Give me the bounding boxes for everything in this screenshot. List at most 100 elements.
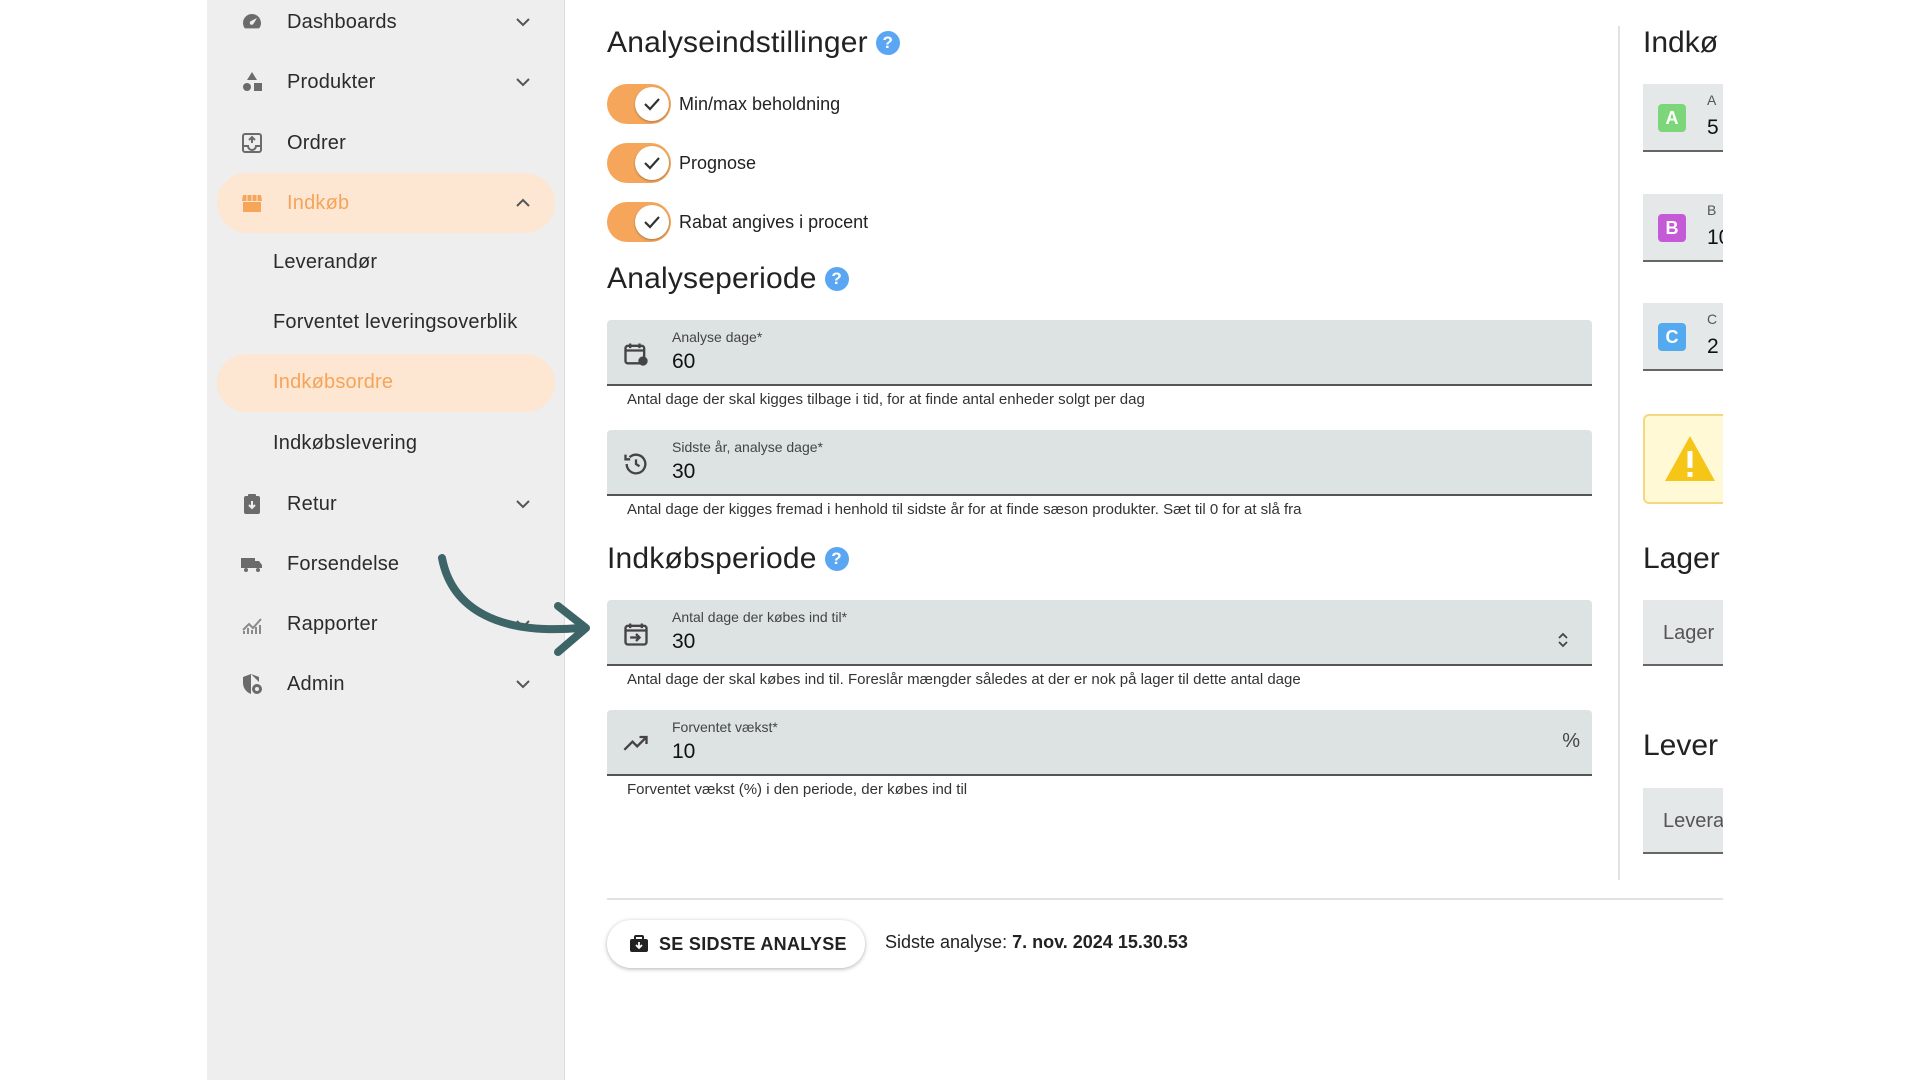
last-year-days-helper: Antal dage der kigges fremad i henhold t… [627, 501, 1302, 518]
last-year-days-label: Sidste år, analyse dage* [672, 439, 823, 455]
last-analysis-value: 7. nov. 2024 15.30.53 [1012, 932, 1188, 952]
nav-forventet-leveringsoverblik[interactable]: Forventet leveringsoverblik [217, 294, 555, 352]
nav-indkob[interactable]: Indkøb [217, 173, 555, 233]
nav-indkobsordre-label: Indkøbsordre [273, 371, 394, 393]
growth-helper: Forventet vækst (%) i den periode, der k… [627, 781, 968, 798]
toggle-switch[interactable] [607, 84, 671, 124]
nav-indkob-label: Indkøb [287, 191, 350, 214]
abc-card-c-value: 2 [1707, 335, 1719, 358]
nav-ordrer[interactable]: Ordrer [217, 113, 555, 173]
briefcase-icon [630, 935, 648, 952]
toggle-prognose[interactable]: Prognose [607, 141, 756, 185]
last-analysis-text: Sidste analyse: 7. nov. 2024 15.30.53 [885, 932, 1188, 953]
analysis-days-label: Analyse dage* [672, 329, 763, 345]
check-icon [635, 146, 669, 180]
see-last-analysis-label: SE SIDSTE ANALYSE [659, 934, 847, 954]
chevron-up-icon [516, 198, 530, 207]
stepper-icon[interactable] [1556, 628, 1570, 652]
store-icon [242, 195, 262, 212]
calendar-clock-icon [624, 343, 648, 366]
last-year-days-value[interactable]: 30 [672, 460, 695, 484]
horizontal-divider [607, 898, 1723, 900]
abc-card-b-value: 10 [1707, 226, 1723, 249]
history-icon [624, 453, 647, 475]
analysis-days-helper: Antal dage der skal kigges tilbage i tid… [627, 391, 1145, 408]
last-year-days-field[interactable]: Sidste år, analyse dage* 30 [607, 430, 1592, 496]
abc-card-a[interactable]: A A 5 [1643, 84, 1723, 152]
toggle-min-max[interactable]: Min/max beholdning [607, 82, 840, 126]
toggle-min-max-label: Min/max beholdning [679, 93, 841, 114]
shapes-icon [243, 72, 262, 91]
nav-admin-label: Admin [287, 672, 345, 695]
nav-forsendelse-label: Forsendelse [287, 552, 400, 575]
vertical-divider [1618, 26, 1620, 880]
last-analysis-prefix: Sidste analyse: [885, 932, 1008, 952]
growth-field[interactable]: Forventet vækst* 10 % [607, 710, 1592, 776]
right-title-indkob-text: Indkø [1643, 26, 1719, 59]
purchase-period-title-text: Indkøbsperiode [607, 542, 817, 575]
analysis-days-field[interactable]: Analyse dage* 60 [607, 320, 1592, 386]
help-icon[interactable]: ? [824, 267, 849, 291]
right-title-indkob: Indkø [1643, 26, 1723, 66]
dashboard-icon [243, 14, 261, 29]
nav-indkobslevering-label: Indkøbslevering [273, 432, 418, 454]
settings-title-text: Analyseindstillinger [607, 26, 868, 59]
toggle-switch[interactable] [607, 143, 671, 183]
annotation-arrow-icon [438, 554, 590, 656]
chevron-down-icon [516, 18, 530, 27]
right-title-lever: Lever [1643, 729, 1723, 769]
nav-rapporter-label: Rapporter [287, 612, 378, 635]
badge-c-icon: C [1658, 323, 1686, 351]
badge-a-icon: A [1658, 104, 1686, 132]
toggle-rabat-label: Rabat angives i procent [679, 211, 869, 232]
check-icon [635, 205, 669, 239]
toggle-prognose-label: Prognose [679, 152, 757, 173]
purchase-days-label: Antal dage der købes ind til* [672, 609, 848, 625]
nav-dashboards[interactable]: Dashboards [217, 0, 555, 52]
chevron-down-icon [516, 78, 530, 87]
right-title-lever-text: Lever [1643, 729, 1719, 762]
nav-indkobsordre[interactable]: Indkøbsordre [217, 354, 555, 412]
growth-label: Forventet vækst* [672, 719, 778, 735]
help-icon[interactable]: ? [824, 547, 849, 571]
nav-dashboards-label: Dashboards [287, 10, 397, 33]
nav-produkter[interactable]: Produkter [217, 52, 555, 112]
purchase-days-helper: Antal dage der skal købes ind til. Fores… [627, 671, 1301, 688]
warning-icon [1665, 436, 1715, 481]
purchase-period-title: Indkøbsperiode? [607, 542, 849, 576]
chevron-down-icon [516, 500, 530, 509]
purchase-days-field[interactable]: Antal dage der købes ind til* 30 [607, 600, 1592, 666]
truck-icon [241, 558, 262, 572]
abc-card-a-label: A [1707, 92, 1717, 108]
nav-leverandor[interactable]: Leverandør [217, 234, 555, 292]
check-icon [635, 87, 669, 121]
abc-card-c[interactable]: C C 2 [1643, 303, 1723, 371]
leverandor-select[interactable]: Levera [1643, 788, 1723, 854]
toggle-rabat[interactable]: Rabat angives i procent [607, 200, 868, 244]
nav-produkter-label: Produkter [287, 70, 376, 93]
analysis-period-title-text: Analyseperiode [607, 262, 817, 295]
purchase-days-value[interactable]: 30 [672, 630, 695, 654]
abc-card-b[interactable]: B B 10 [1643, 194, 1723, 262]
right-title-lager-text: Lager [1643, 542, 1720, 575]
toggle-switch[interactable] [607, 202, 671, 242]
clipboard-return-icon [244, 494, 260, 514]
nav-retur-label: Retur [287, 492, 337, 515]
right-title-lager: Lager [1643, 542, 1723, 582]
shield-gear-icon [243, 674, 262, 694]
lager-select[interactable]: Lager [1643, 600, 1723, 666]
analysis-period-title: Analyseperiode? [607, 262, 849, 296]
badge-b-icon: B [1658, 214, 1686, 242]
help-icon[interactable]: ? [875, 31, 900, 55]
lager-select-label: Lager [1663, 622, 1715, 644]
nav-leverandor-label: Leverandør [273, 251, 378, 273]
see-last-analysis-button[interactable]: SE SIDSTE ANALYSE [607, 920, 865, 968]
nav-forventet-label: Forventet leveringsoverblik [273, 311, 518, 333]
growth-value[interactable]: 10 [672, 740, 695, 764]
percent-suffix: % [1562, 730, 1580, 752]
abc-card-a-value: 5 [1707, 116, 1719, 139]
nav-indkobslevering[interactable]: Indkøbslevering [217, 415, 555, 473]
chart-icon [242, 618, 262, 634]
analysis-days-value[interactable]: 60 [672, 350, 695, 374]
nav-retur[interactable]: Retur [217, 474, 555, 534]
